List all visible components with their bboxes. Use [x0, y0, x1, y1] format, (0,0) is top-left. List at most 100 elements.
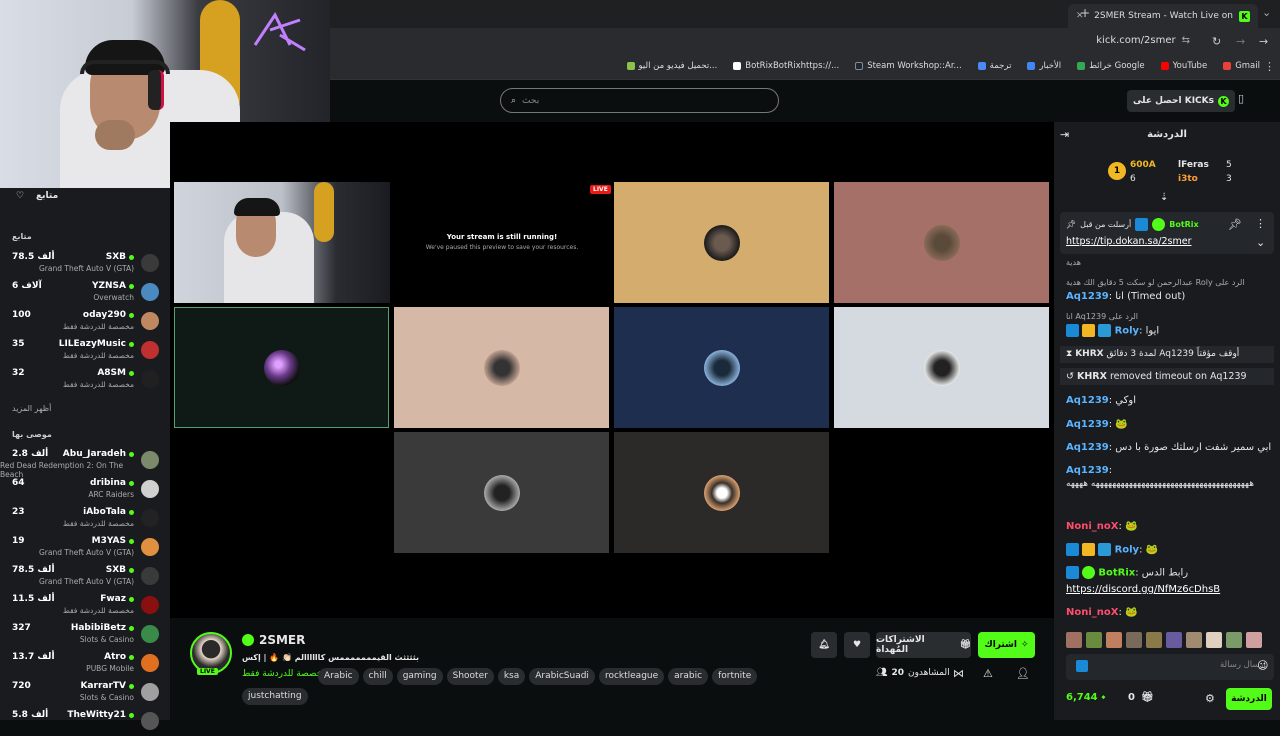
back-icon[interactable]: →: [1259, 35, 1268, 48]
participant-tile[interactable]: [614, 307, 829, 428]
badge-picker-icon[interactable]: [1076, 660, 1088, 672]
stream-category[interactable]: مخصصة للدردشة فقط: [242, 669, 327, 679]
participant-tile[interactable]: [834, 182, 1049, 303]
chat-input[interactable]: إرسال رسالة ☺: [1066, 654, 1274, 680]
sidebar-channel[interactable]: SXB 78.5 ألف Grand Theft Auto V (GTA): [0, 250, 170, 278]
bookmark-steam[interactable]: Steam Workshop::Ar...: [855, 61, 962, 71]
emote-avatar[interactable]: [1106, 632, 1122, 648]
stream-tag[interactable]: Shooter: [446, 668, 494, 685]
stream-tag[interactable]: Arabic: [318, 668, 359, 685]
sidebar-channel[interactable]: TheWitty21 5.8 ألف: [0, 708, 170, 736]
emote-avatar[interactable]: [1226, 632, 1242, 648]
stream-tag[interactable]: gaming: [396, 668, 443, 685]
stream-tag[interactable]: chill: [362, 668, 393, 685]
channel-name: SXB: [106, 565, 134, 575]
report-icon[interactable]: ⚠: [983, 667, 993, 680]
sidebar-channel[interactable]: Abu_Jaradeh 2.8 ألف Red Dead Redemption 2:…: [0, 447, 170, 479]
notification-bell-icon[interactable]: 🔔︎: [811, 632, 837, 658]
gift-counter[interactable]: 0 🎁︎: [1128, 692, 1154, 703]
new-tab-icon[interactable]: +: [1080, 6, 1090, 20]
bookmark-video-download[interactable]: تحميل فيديو من اليو...: [626, 61, 717, 71]
bookmark-youtube[interactable]: YouTube: [1160, 61, 1207, 71]
participant-tile[interactable]: [394, 432, 609, 553]
channel-points[interactable]: 6,744 ⬩: [1066, 692, 1105, 703]
stream-tag[interactable]: ksa: [497, 668, 526, 685]
tune-icon[interactable]: ⇆: [1182, 35, 1190, 46]
channel-avatar: [141, 567, 159, 585]
emote-avatar[interactable]: [1246, 632, 1262, 648]
pinned-more-icon[interactable]: ⋮: [1255, 217, 1266, 230]
channel-avatar: [141, 480, 159, 498]
forward-icon[interactable]: →: [1236, 35, 1245, 48]
gift-icon: 🎁︎: [1140, 692, 1154, 703]
bookmark-news[interactable]: الأخبار: [1027, 61, 1061, 71]
participant-tile[interactable]: [394, 307, 609, 428]
viewer-count: 5.8 ألف: [12, 710, 49, 720]
sidebar-channel[interactable]: KarrarTV 720 Slots & Casino: [0, 679, 170, 707]
sidebar-channel[interactable]: dribina 64 ARC Raiders: [0, 476, 170, 504]
subscribe-button[interactable]: اشتراك ✧: [978, 632, 1035, 658]
add-user-icon[interactable]: 👤︎: [1016, 667, 1030, 680]
sidebar-channel[interactable]: M3YAS 19 Grand Theft Auto V (GTA): [0, 534, 170, 562]
leader-name[interactable]: lFeras: [1178, 160, 1209, 170]
heart-icon[interactable]: ♡: [16, 191, 24, 201]
discord-link[interactable]: https://discord.gg/NfMz6cDhsB: [1066, 583, 1274, 596]
emote-avatar[interactable]: [1146, 632, 1162, 648]
live-dot-icon: [129, 654, 134, 660]
participant-tile[interactable]: [614, 182, 829, 303]
chevron-down-icon[interactable]: ⌄: [1256, 236, 1265, 249]
bookmark-botrix[interactable]: BotRixBotRixhttps://...: [733, 61, 839, 71]
stream-tag[interactable]: justchatting: [242, 688, 308, 705]
sidebar-channel[interactable]: Atro 13.7 ألف PUBG Mobile: [0, 650, 170, 678]
gift-subs-button[interactable]: الاشتراكات المُهداة 🎁︎: [876, 632, 971, 658]
emote-avatar[interactable]: [1166, 632, 1182, 648]
emote-avatar[interactable]: [1066, 632, 1082, 648]
participant-tile[interactable]: [174, 307, 389, 428]
get-kicks-button[interactable]: احصل على KICKs K: [1127, 90, 1235, 112]
reload-icon[interactable]: ↻: [1212, 35, 1221, 48]
emote-avatar[interactable]: [1086, 632, 1102, 648]
leader2-name[interactable]: i3to: [1178, 174, 1198, 184]
stream-tag[interactable]: fortnite: [712, 668, 758, 685]
sidebar-channel[interactable]: SXB 78.5 ألف Grand Theft Auto V (GTA): [0, 563, 170, 591]
sidebar-channel[interactable]: A8SM 32 مخصصة للدردشة فقط: [0, 366, 170, 394]
expand-leaderboard-icon[interactable]: ⇣: [1160, 192, 1168, 203]
search-input[interactable]: ⌕ بحث: [500, 88, 779, 113]
sidebar-channel[interactable]: oday290 100 مخصصة للدردشة فقط: [0, 308, 170, 336]
emote-avatar[interactable]: [1186, 632, 1202, 648]
pinned-link[interactable]: https://tip.dokan.sa/2smer: [1066, 236, 1191, 247]
bookmark-icon[interactable]: ▯: [1238, 92, 1244, 105]
share-icon[interactable]: ⋈: [953, 667, 964, 680]
emote-avatar[interactable]: [1206, 632, 1222, 648]
stream-tag[interactable]: ArabicSuadi: [529, 668, 595, 685]
bookmark-maps[interactable]: خرائط Google: [1077, 61, 1145, 71]
sidebar-channel[interactable]: iAboTala 23 مخصصة للدردشة فقط: [0, 505, 170, 533]
sidebar-channel[interactable]: Fwaz 11.5 ألف مخصصة للدردشة فقط: [0, 592, 170, 620]
streamer-name[interactable]: 2SMER: [259, 633, 305, 647]
stream-tag[interactable]: rocktleague: [598, 668, 665, 685]
bookmark-gmail[interactable]: Gmail: [1223, 61, 1260, 71]
stream-tag[interactable]: arabic: [668, 668, 709, 685]
live-dot-icon: [129, 538, 134, 544]
send-chat-button[interactable]: الدردشة: [1226, 688, 1272, 710]
url-field[interactable]: kick.com/2smer ⇆: [1096, 35, 1190, 46]
more-bookmarks-icon[interactable]: ⋮: [1264, 60, 1275, 73]
bookmark-translate[interactable]: ترجمة: [977, 61, 1011, 71]
participant-tile[interactable]: [614, 432, 829, 553]
show-more-link[interactable]: أظهر المزيد: [0, 404, 63, 413]
search-icon: ⌕: [511, 95, 517, 106]
pinned-user[interactable]: BotRix: [1169, 220, 1198, 229]
sidebar-channel[interactable]: LILEazyMusic 35 مخصصة للدردشة فقط: [0, 337, 170, 365]
chat-title: الدردشة: [1147, 129, 1187, 140]
browser-tab[interactable]: K 2SMER Stream - Watch Live on ✕: [1068, 4, 1258, 28]
participant-tile[interactable]: [834, 307, 1049, 428]
sidebar-channel[interactable]: HabibiBetz 327 Slots & Casino: [0, 621, 170, 649]
follow-heart-icon[interactable]: ♥: [844, 632, 870, 658]
sidebar-channel[interactable]: YZNSA 6 آلاف Overwatch: [0, 279, 170, 307]
channel-name: M3YAS: [92, 536, 134, 546]
settings-gear-icon[interactable]: ⚙: [1205, 692, 1215, 705]
left-sidebar: ♡ متابع متابع SXB 78.5 ألف Grand Theft Aut…: [0, 188, 170, 730]
collapse-chat-icon[interactable]: ⇥: [1060, 128, 1069, 141]
emoji-icon[interactable]: ☺: [1257, 659, 1268, 672]
emote-avatar[interactable]: [1126, 632, 1142, 648]
